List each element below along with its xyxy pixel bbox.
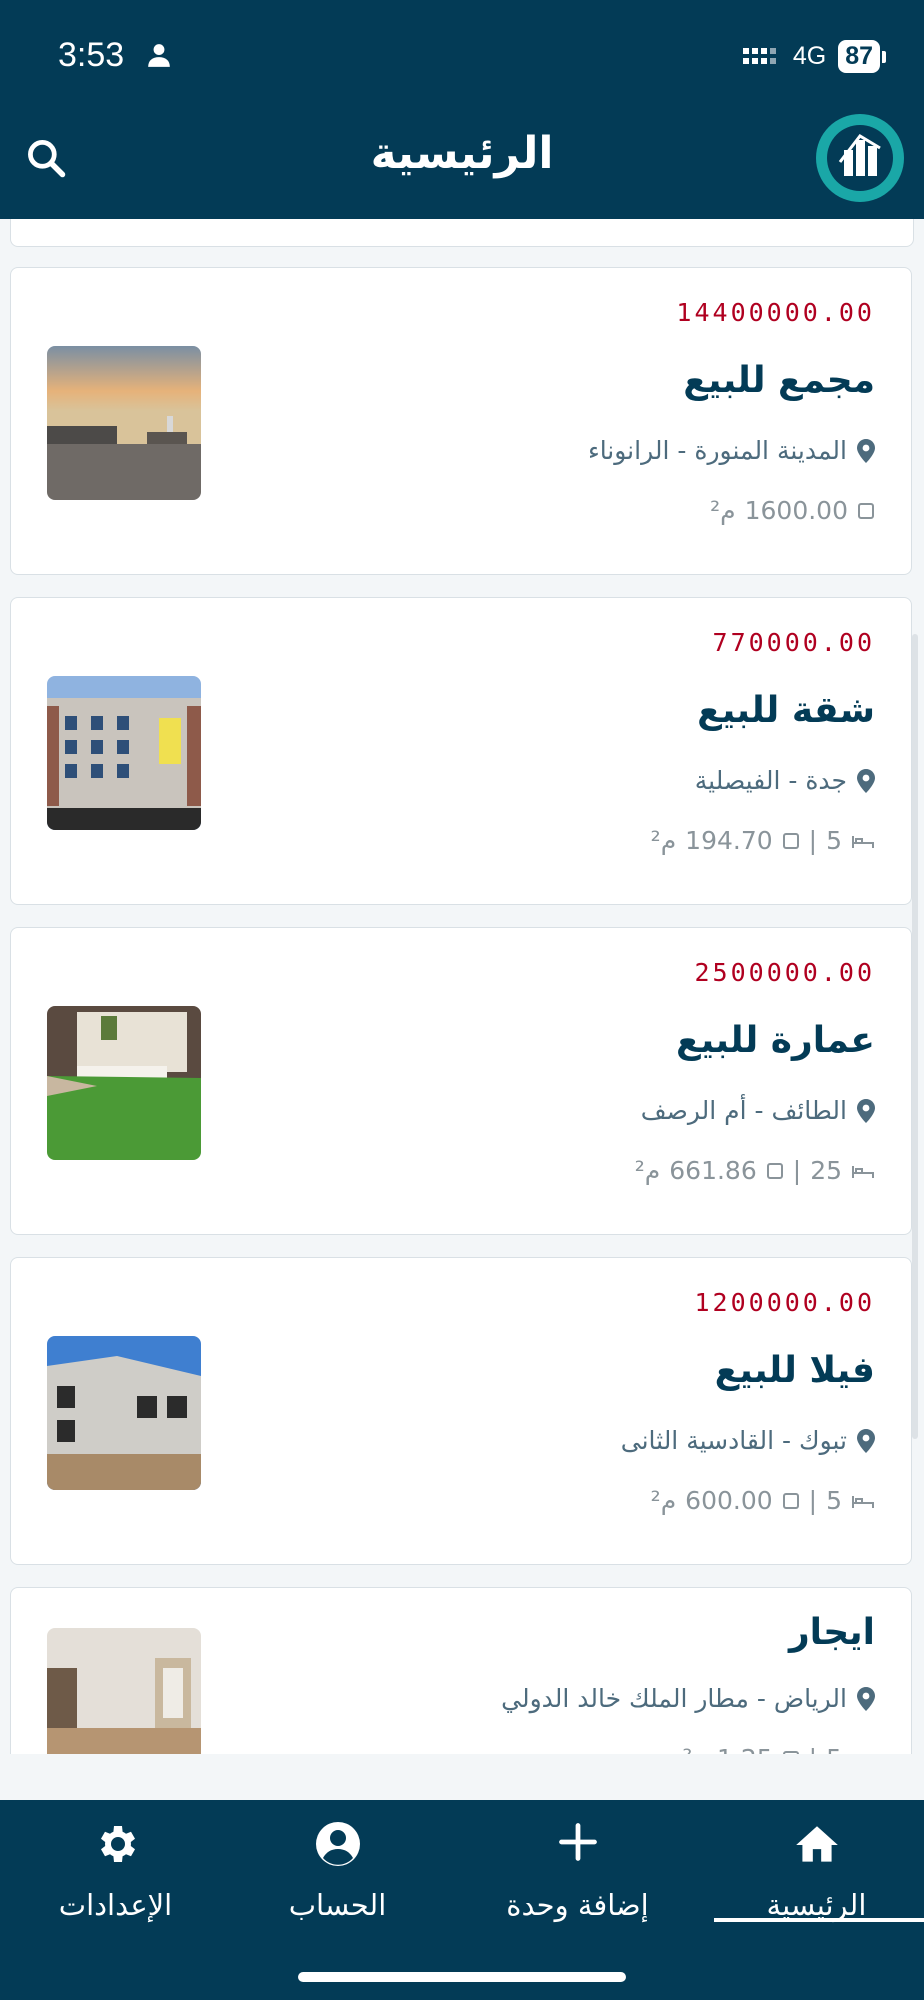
rooms-value: 25 — [810, 1156, 842, 1185]
app-header: 3:53 4G 87 الرئيسية — [0, 0, 924, 219]
listing-thumbnail — [47, 1628, 201, 1754]
area-icon — [766, 1162, 783, 1179]
listing-title: ايجار — [788, 1612, 875, 1653]
listing-price: 14400000.00 — [676, 298, 875, 327]
rooms-value: 5 — [826, 1486, 842, 1515]
active-tab-indicator — [714, 1918, 924, 1922]
listing-price: 770000.00 — [712, 628, 875, 657]
listing-specs: م² 1600.00 — [710, 496, 875, 525]
nav-label: الإعدادات — [58, 1888, 173, 1922]
network-type: 4G — [792, 42, 827, 70]
area-icon — [782, 832, 799, 849]
area-unit: م² — [682, 1744, 708, 1754]
plus-icon — [558, 1823, 597, 1861]
rooms-value: 5 — [826, 1744, 842, 1754]
signal-icon — [742, 47, 776, 64]
location-text: تبوك - القادسية الثانى — [620, 1426, 847, 1455]
spec-separator: | — [808, 826, 818, 855]
area-icon — [782, 1750, 799, 1754]
area-unit: م² — [710, 496, 736, 525]
listing-price: 1200000.00 — [694, 1288, 875, 1317]
listing-specs: م² 600.00 | 5 — [651, 1486, 875, 1515]
location-pin-icon — [857, 768, 875, 793]
account-icon — [315, 1822, 360, 1866]
listing-thumbnail — [47, 1006, 201, 1160]
nav-label: إضافة وحدة — [506, 1888, 649, 1922]
listing-title: عمارة للبيع — [676, 1020, 875, 1061]
status-indicators: 4G 87 — [742, 40, 886, 73]
area-value: 600.00 — [685, 1486, 773, 1515]
app-logo — [816, 114, 904, 202]
listing-specs: م² 661.86 | 25 — [635, 1156, 875, 1185]
nav-settings[interactable]: الإعدادات — [0, 1800, 231, 1930]
listing-title: مجمع للبيع — [683, 360, 875, 401]
listing-specs: م² 1.25 | 5 — [682, 1744, 875, 1754]
listing-card[interactable]: 2500000.00 عمارة للبيع الطائف - أم الرصف… — [10, 927, 912, 1235]
home-icon — [795, 1826, 838, 1862]
location-text: الطائف - أم الرصف — [640, 1096, 847, 1125]
battery-level: 87 — [838, 40, 880, 73]
home-indicator[interactable] — [298, 1972, 626, 1982]
listing-price: 2500000.00 — [694, 958, 875, 987]
area-value: 194.70 — [685, 826, 773, 855]
nav-home[interactable]: الرئيسية — [701, 1800, 924, 1930]
area-value: 1.25 — [717, 1744, 773, 1754]
area-unit: م² — [650, 826, 677, 855]
listing-title: فيلا للبيع — [714, 1350, 875, 1391]
person-status-icon — [148, 44, 170, 67]
location-text: الرياض - مطار الملك خالد الدولي — [501, 1684, 847, 1713]
location-text: المدينة المنورة - الرانوناء — [587, 436, 847, 465]
listing-card-partial[interactable] — [10, 219, 914, 247]
nav-account[interactable]: الحساب — [222, 1800, 453, 1930]
area-unit: م² — [650, 1486, 677, 1515]
listing-card[interactable]: 770000.00 شقة للبيع جدة - الفيصلية م² 19… — [10, 597, 912, 905]
area-value: 1600.00 — [744, 496, 848, 525]
area-value: 661.86 — [669, 1156, 757, 1185]
location-text: جدة - الفيصلية — [694, 766, 847, 795]
rooms-value: 5 — [826, 826, 842, 855]
nav-label: الحساب — [288, 1888, 387, 1922]
location-pin-icon — [857, 1686, 875, 1711]
bed-icon — [852, 1495, 874, 1508]
area-icon — [858, 502, 874, 519]
listing-location: المدينة المنورة - الرانوناء — [588, 436, 875, 465]
listing-location: الرياض - مطار الملك خالد الدولي — [501, 1684, 875, 1713]
area-unit: م² — [634, 1156, 661, 1185]
listing-thumbnail — [47, 676, 201, 830]
listing-card[interactable]: ايجار الرياض - مطار الملك خالد الدولي م²… — [10, 1587, 912, 1754]
scrollbar-thumb[interactable] — [912, 634, 918, 1439]
location-pin-icon — [857, 1098, 875, 1123]
area-icon — [782, 1492, 799, 1509]
bed-icon — [852, 1165, 874, 1178]
nav-add-unit[interactable]: إضافة وحدة — [462, 1800, 693, 1930]
nav-label: الرئيسية — [766, 1888, 867, 1922]
battery-tip — [882, 50, 886, 63]
listing-card[interactable]: 14400000.00 مجمع للبيع المدينة المنورة -… — [10, 267, 912, 575]
bed-icon — [852, 835, 874, 848]
bed-icon — [852, 1753, 854, 1754]
listing-location: الطائف - أم الرصف — [641, 1096, 875, 1125]
listing-specs: م² 194.70 | 5 — [651, 826, 875, 855]
listing-thumbnail — [47, 346, 201, 500]
listing-thumbnail — [47, 1336, 201, 1490]
listing-location: جدة - الفيصلية — [695, 766, 875, 795]
listings-scroll-area[interactable]: 14400000.00 مجمع للبيع المدينة المنورة -… — [0, 219, 924, 1754]
bottom-navigation: الإعدادات الحساب إضافة وحدة الرئيسية — [0, 1800, 924, 2000]
listing-title: شقة للبيع — [697, 690, 875, 731]
spec-separator: | — [809, 1744, 817, 1754]
page-title: الرئيسية — [370, 128, 554, 179]
listing-card[interactable]: 1200000.00 فيلا للبيع تبوك - القادسية ال… — [10, 1257, 912, 1565]
listing-location: تبوك - القادسية الثانى — [621, 1426, 875, 1455]
location-pin-icon — [857, 438, 875, 463]
status-time: 3:53 — [58, 36, 125, 74]
spec-separator: | — [792, 1156, 802, 1185]
spec-separator: | — [808, 1486, 818, 1515]
location-pin-icon — [857, 1428, 875, 1453]
gear-icon — [100, 1826, 135, 1862]
